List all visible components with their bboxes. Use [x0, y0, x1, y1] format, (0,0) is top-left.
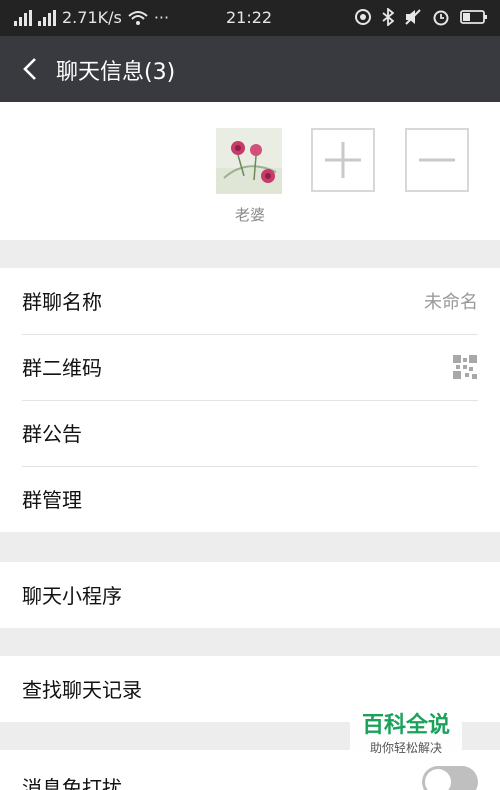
mute-label: 消息免打扰	[22, 776, 122, 790]
watermark: 百科全说 助你轻松解决	[350, 712, 462, 764]
status-bar: 2.71K/s ··· 21:22	[0, 0, 500, 36]
search-history-label: 查找聊天记录	[22, 678, 142, 702]
remove-member-button[interactable]	[405, 128, 469, 192]
member-name: 老婆	[234, 206, 265, 224]
wifi-icon	[128, 10, 148, 25]
group-name-row[interactable]: 群聊名称 未命名	[0, 268, 500, 334]
mini-program-label: 聊天小程序	[22, 584, 122, 608]
group-manage-label: 群管理	[22, 488, 82, 512]
mini-program-row[interactable]: 聊天小程序	[0, 562, 500, 628]
mini-program-section: 聊天小程序	[0, 562, 500, 628]
avatar[interactable]	[216, 128, 282, 194]
qr-code-label: 群二维码	[22, 356, 102, 380]
add-member-button[interactable]	[311, 128, 375, 192]
mute-icon	[405, 9, 421, 25]
alarm-icon	[433, 10, 449, 26]
qr-code-icon	[452, 354, 478, 380]
signal-icon	[14, 9, 32, 26]
signal-icon	[38, 9, 56, 26]
watermark-title: 百科全说	[361, 713, 450, 738]
page-title: 聊天信息(3)	[56, 60, 176, 85]
announcement-row[interactable]: 群公告	[0, 400, 500, 466]
battery-icon	[460, 10, 487, 24]
announcement-label: 群公告	[22, 422, 82, 446]
minus-icon	[419, 158, 455, 162]
member-item[interactable]: 老婆	[216, 128, 284, 225]
mute-toggle[interactable]	[422, 766, 478, 790]
member-section: 老婆	[0, 102, 500, 240]
back-arrow-icon[interactable]	[18, 56, 44, 82]
group-name-value: 未命名	[424, 292, 478, 313]
bluetooth-icon	[382, 8, 394, 26]
more-dots: ···	[153, 8, 170, 27]
clock: 21:22	[226, 8, 273, 27]
group-settings: 群聊名称 未命名 群二维码 群公告 群管理	[0, 268, 500, 532]
location-icon	[355, 9, 371, 25]
title-bar: 聊天信息(3)	[0, 36, 500, 102]
group-manage-row[interactable]: 群管理	[0, 466, 500, 532]
plus-icon	[325, 142, 361, 178]
qr-code-row[interactable]: 群二维码	[0, 334, 500, 400]
group-name-label: 群聊名称	[22, 290, 102, 314]
network-speed: 2.71K/s	[62, 8, 122, 27]
watermark-subtitle: 助你轻松解决	[369, 741, 442, 755]
